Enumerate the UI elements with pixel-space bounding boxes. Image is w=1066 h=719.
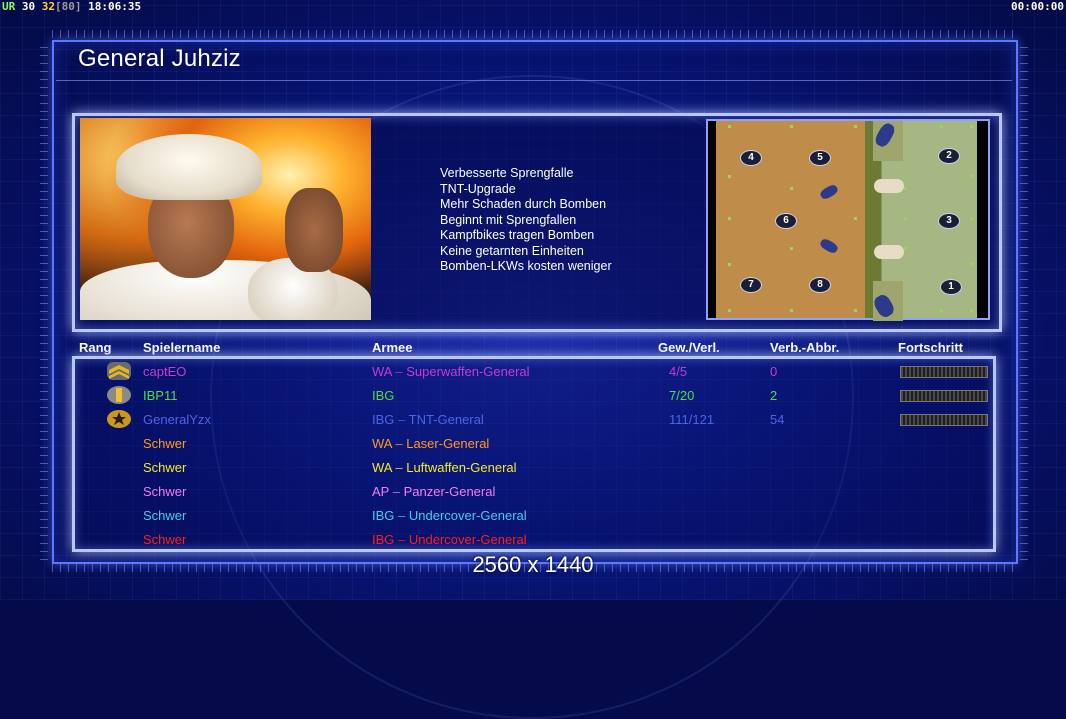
win-loss: 4/5 — [669, 364, 688, 379]
army-separator: – — [391, 436, 407, 451]
start-position-3[interactable]: 3 — [938, 213, 960, 229]
progress-bar — [900, 366, 988, 378]
overlay-clock: 18:06:35 — [88, 0, 142, 13]
army-faction: IBG — [372, 412, 395, 427]
army-separator: – — [391, 364, 407, 379]
overlay-ur-label: UR — [2, 0, 16, 13]
table-row[interactable]: GeneralYzx IBG – TNT-General 111/121 54 — [0, 408, 1066, 432]
disconnects: 54 — [770, 412, 785, 427]
army-faction: IBG — [372, 388, 395, 403]
army-separator: – — [389, 484, 404, 499]
player-name: GeneralYzx — [143, 412, 211, 427]
army-separator: – — [394, 508, 409, 523]
overlay-timer: 00:00:00 — [1011, 0, 1064, 13]
header-army: Armee — [372, 340, 413, 355]
start-position-4[interactable]: 4 — [740, 150, 762, 166]
army-name: Undercover-General — [408, 508, 527, 523]
overlay-value-b: 32 — [41, 0, 55, 13]
table-row[interactable]: Schwer WA – Laser-General — [0, 432, 1066, 456]
player-name: Schwer — [143, 532, 187, 547]
perk-list: Verbesserte Sprengfalle TNT-Upgrade Mehr… — [440, 166, 612, 275]
bar-rank-icon — [106, 385, 132, 405]
army-cell: IBG – TNT-General — [372, 412, 484, 427]
army-name: TNT-General — [408, 412, 484, 427]
title-divider — [56, 80, 1012, 81]
table-row[interactable]: captEO WA – Superwaffen-General 4/5 0 — [0, 360, 1066, 384]
map-preview[interactable]: 1 2 3 4 5 6 7 8 — [706, 119, 990, 321]
army-separator: – — [394, 412, 409, 427]
general-portrait — [80, 118, 371, 320]
win-loss: 7/20 — [669, 388, 695, 403]
table-row[interactable]: Schwer IBG – Undercover-General — [0, 504, 1066, 528]
page-title: General Juhziz — [78, 45, 241, 72]
start-position-5[interactable]: 5 — [809, 150, 831, 166]
start-position-6[interactable]: 6 — [775, 213, 797, 229]
player-name: captEO — [143, 364, 187, 379]
disconnects: 0 — [770, 364, 778, 379]
perk-item: Kampfbikes tragen Bomben — [440, 228, 595, 242]
water-patch — [818, 183, 840, 201]
fps-overlay: UR 30 32[80] 18:06:35 — [2, 0, 141, 13]
bridge-marker — [874, 179, 904, 193]
army-cell: IBG — [372, 388, 394, 403]
player-name: Schwer — [143, 436, 187, 451]
perk-item: TNT-Upgrade — [440, 181, 516, 196]
top-tick-strip — [52, 30, 1018, 38]
bridge-marker — [874, 245, 904, 259]
perk-item: Keine getarnten Einheiten — [440, 243, 584, 258]
army-cell: AP – Panzer-General — [372, 484, 495, 499]
army-cell: WA – Luftwaffen-General — [372, 460, 517, 475]
progress-bar — [900, 390, 988, 402]
star-rank-icon — [106, 409, 132, 429]
army-faction: IBG — [372, 532, 395, 547]
header-progress: Fortschritt — [898, 340, 963, 355]
army-faction: WA — [372, 364, 392, 379]
header-disconnects: Verb.-Abbr. — [770, 340, 840, 355]
player-name: Schwer — [143, 508, 187, 523]
disconnects: 2 — [770, 388, 778, 403]
army-faction: AP — [372, 484, 390, 499]
army-separator: – — [394, 532, 409, 547]
table-row[interactable]: IBP11 IBG 7/20 2 — [0, 384, 1066, 408]
perk-item: Beginnt mit Sprengfallen — [440, 212, 577, 227]
start-position-1[interactable]: 1 — [940, 279, 962, 295]
army-cell: WA – Laser-General — [372, 436, 489, 451]
table-row[interactable]: Schwer AP – Panzer-General — [0, 480, 1066, 504]
army-name: Superwaffen-General — [406, 364, 530, 379]
army-faction: WA — [372, 460, 392, 475]
player-name: IBP11 — [143, 388, 178, 403]
header-player: Spielername — [143, 340, 221, 355]
army-name: Panzer-General — [403, 484, 496, 499]
army-name: Luftwaffen-General — [406, 460, 517, 475]
army-faction: WA — [372, 436, 392, 451]
water-patch — [818, 237, 840, 255]
perk-item: Mehr Schaden durch Bomben — [440, 197, 607, 211]
overlay-value-a: 30 — [21, 0, 36, 13]
resolution-label: 2560 x 1440 — [472, 552, 594, 577]
army-cell: WA – Superwaffen-General — [372, 364, 530, 379]
start-position-2[interactable]: 2 — [938, 148, 960, 164]
header-rank: Rang — [79, 340, 112, 355]
perk-item: Bomben-LKWs kosten weniger — [440, 259, 612, 273]
overlay-value-c: [80] — [55, 0, 82, 13]
win-loss: 111/121 — [669, 412, 715, 427]
header-winloss: Gew./Verl. — [658, 340, 720, 355]
army-name: Undercover-General — [408, 532, 527, 547]
table-row[interactable]: Schwer WA – Luftwaffen-General — [0, 456, 1066, 480]
start-position-7[interactable]: 7 — [740, 277, 762, 293]
army-cell: IBG – Undercover-General — [372, 508, 527, 523]
progress-bar — [900, 414, 988, 426]
army-cell: IBG – Undercover-General — [372, 532, 527, 547]
army-name: Laser-General — [406, 436, 490, 451]
start-position-8[interactable]: 8 — [809, 277, 831, 293]
table-row[interactable]: Schwer IBG – Undercover-General — [0, 528, 1066, 552]
player-name: Schwer — [143, 484, 187, 499]
army-faction: IBG — [372, 508, 395, 523]
chevron-rank-icon — [106, 361, 132, 381]
player-name: Schwer — [143, 460, 187, 475]
army-separator: – — [391, 460, 407, 475]
perk-item: Verbesserte Sprengfalle — [440, 166, 574, 180]
